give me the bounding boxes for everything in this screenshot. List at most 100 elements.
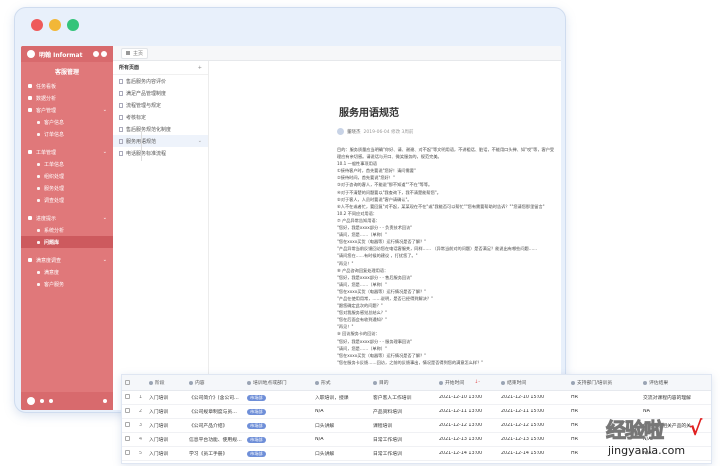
header-checkbox-cell[interactable] <box>122 380 136 385</box>
cell-content[interactable]: 学习《员工手册》 <box>186 450 244 457</box>
cell-form[interactable]: 入职培训，授课 <box>312 394 370 401</box>
row-checkbox-cell[interactable] <box>122 436 136 443</box>
col-header-form[interactable]: 形式 <box>312 379 370 386</box>
cell-tag[interactable]: 市场部 <box>244 436 312 443</box>
cell-tag[interactable]: 市场部 <box>244 394 312 401</box>
col-header-start[interactable]: 开始时间 ↓- <box>436 379 498 386</box>
cell-goal[interactable]: 客户客人工作培训 <box>370 394 436 401</box>
sort-indicator[interactable]: ↓- <box>474 380 480 385</box>
cell-result[interactable]: 交流对课程内容的理解 <box>640 394 711 401</box>
page-list-item[interactable]: 流程管理与规定 <box>113 99 208 111</box>
cell-stage[interactable]: 入门培训 <box>146 450 186 457</box>
collapse-icon[interactable] <box>103 399 107 403</box>
row-checkbox[interactable] <box>125 436 130 441</box>
cell-end[interactable]: 2021-12-12 15:00 <box>498 423 568 428</box>
col-header-content[interactable]: 内容 <box>186 379 244 386</box>
sidebar-item[interactable]: 任务看板 <box>21 80 113 92</box>
cell-start[interactable]: 2021-12-13 13:00 <box>436 437 498 442</box>
cell-content[interactable]: 《公司规章制度与员… <box>186 408 244 415</box>
row-checkbox-cell[interactable] <box>122 450 136 457</box>
cell-stage[interactable]: 入门培训 <box>146 394 186 401</box>
row-checkbox[interactable] <box>125 450 130 455</box>
sidebar-subitem[interactable]: 客户信息 <box>21 116 113 128</box>
sidebar-item[interactable]: 客户管理 ⌄ <box>21 104 113 116</box>
cell-end[interactable]: 2021-12-14 15:00 <box>498 451 568 456</box>
add-page-button[interactable]: + <box>198 65 202 71</box>
page-list-item[interactable]: 服务用语规范⌄ <box>113 135 208 147</box>
cell-start[interactable]: 2021-12-12 13:00 <box>436 423 498 428</box>
sidebar-subitem[interactable]: 满意度 <box>21 266 113 278</box>
select-all-checkbox[interactable] <box>125 380 130 385</box>
page-list-item[interactable]: 考核标定 <box>113 111 208 123</box>
settings-icon[interactable] <box>49 399 53 403</box>
cell-tag[interactable]: 市场部 <box>244 450 312 457</box>
sidebar-item[interactable]: 数据分析 <box>21 92 113 104</box>
cell-goal[interactable]: 日常工作培训 <box>370 450 436 457</box>
cell-form[interactable]: N/A <box>312 437 370 442</box>
sidebar-subitem[interactable]: 组织处理 <box>21 170 113 182</box>
row-checkbox-cell[interactable] <box>122 422 136 429</box>
page-list-item[interactable]: 满足产品管理制度 <box>113 87 208 99</box>
document-body[interactable]: 目的：服务质量应当明确"你好、请、谢谢、对不起"等文明用语，不讲粗话、脏话，不能… <box>337 146 557 366</box>
sidebar-item[interactable]: 满意度调查 ⌄ <box>21 254 113 266</box>
table-row[interactable]: 1 入门培训 《公司简介》(含公司… 市场部 入职培训，授课 客户客人工作培训 2021-1… <box>122 391 711 405</box>
col-header-goal[interactable]: 目的 <box>370 379 436 386</box>
col-header-support[interactable]: 支持部门/培训员 <box>568 379 640 386</box>
close-window-button[interactable] <box>31 19 43 31</box>
sidebar-subitem[interactable]: 调查处理 <box>21 194 113 206</box>
row-checkbox-cell[interactable] <box>122 408 136 415</box>
sidebar-subitem[interactable]: 服务处理 <box>21 182 113 194</box>
row-checkbox[interactable] <box>125 422 130 427</box>
bell-icon[interactable] <box>40 399 44 403</box>
sidebar-item[interactable]: 进度提示 ⌄ <box>21 212 113 224</box>
cell-stage[interactable]: 入门培训 <box>146 422 186 429</box>
cell-tag[interactable]: 市场部 <box>244 408 312 415</box>
cell-end[interactable]: 2021-12-13 15:00 <box>498 437 568 442</box>
cell-start[interactable]: 2021-12-11 13:00 <box>436 409 498 414</box>
tab-home[interactable]: 主页 <box>121 47 149 59</box>
page-list-item[interactable]: 售后服务规范化制度 <box>113 123 208 135</box>
cell-start[interactable]: 2021-12-10 13:00 <box>436 395 498 400</box>
cell-end[interactable]: 2021-12-10 15:00 <box>498 395 568 400</box>
sidebar-subitem[interactable]: 订单信息 <box>21 128 113 140</box>
sidebar-subitem[interactable]: 客户服务 <box>21 278 113 290</box>
col-header-result[interactable]: 评估结果 <box>640 379 711 386</box>
cell-goal[interactable]: 日常工作培训 <box>370 436 436 443</box>
notification-icon[interactable] <box>101 51 107 57</box>
scrollbar[interactable] <box>141 131 142 161</box>
cell-tag[interactable]: 市场部 <box>244 422 312 429</box>
maximize-window-button[interactable] <box>67 19 79 31</box>
avatar[interactable] <box>27 397 35 405</box>
cell-goal[interactable]: 产品资料培训 <box>370 408 436 415</box>
help-icon[interactable] <box>93 51 99 57</box>
cell-content[interactable]: 信息平台功能、使用规… <box>186 436 244 443</box>
author-name[interactable]: 董晓杰 <box>347 129 361 135</box>
cell-end[interactable]: 2021-12-11 15:00 <box>498 409 568 414</box>
cell-form[interactable]: 口头讲解 <box>312 450 370 457</box>
cell-stage[interactable]: 入门培训 <box>146 408 186 415</box>
row-checkbox[interactable] <box>125 394 130 399</box>
cell-stage[interactable]: 入门培训 <box>146 436 186 443</box>
col-header-location[interactable]: 培训地点或部门 <box>244 379 312 386</box>
sidebar-item[interactable]: 工单管理 ⌄ <box>21 146 113 158</box>
col-header-end[interactable]: 结束时间 <box>498 379 568 386</box>
document-line: 理应有亲切感。请说话与开口、微笑服务的，规范完美。 <box>337 154 442 160</box>
department-tag: 市场部 <box>247 436 266 443</box>
cell-content[interactable]: 《公司简介》(含公司… <box>186 394 244 401</box>
cell-form[interactable]: N/A <box>312 409 370 414</box>
cell-goal[interactable]: 课程培训 <box>370 422 436 429</box>
minimize-window-button[interactable] <box>49 19 61 31</box>
sidebar-subitem[interactable]: 问题库 <box>21 236 113 248</box>
page-list-item[interactable]: 售后服务内容评价 <box>113 75 208 87</box>
row-checkbox[interactable] <box>125 408 130 413</box>
col-header-stage[interactable]: 阶段 <box>146 379 186 386</box>
page-list-item[interactable]: 电话服务标准流程 <box>113 147 208 159</box>
cell-support[interactable]: HR <box>568 395 640 400</box>
sidebar-subitem[interactable]: 工单信息 <box>21 158 113 170</box>
cell-form[interactable]: 口头讲解 <box>312 422 370 429</box>
row-checkbox-cell[interactable] <box>122 394 136 401</box>
workspace-title[interactable]: 客服管理 <box>21 62 113 80</box>
cell-start[interactable]: 2021-12-14 13:00 <box>436 451 498 456</box>
cell-content[interactable]: 《公司产品介绍》 <box>186 422 244 429</box>
sidebar-subitem[interactable]: 系统分析 <box>21 224 113 236</box>
